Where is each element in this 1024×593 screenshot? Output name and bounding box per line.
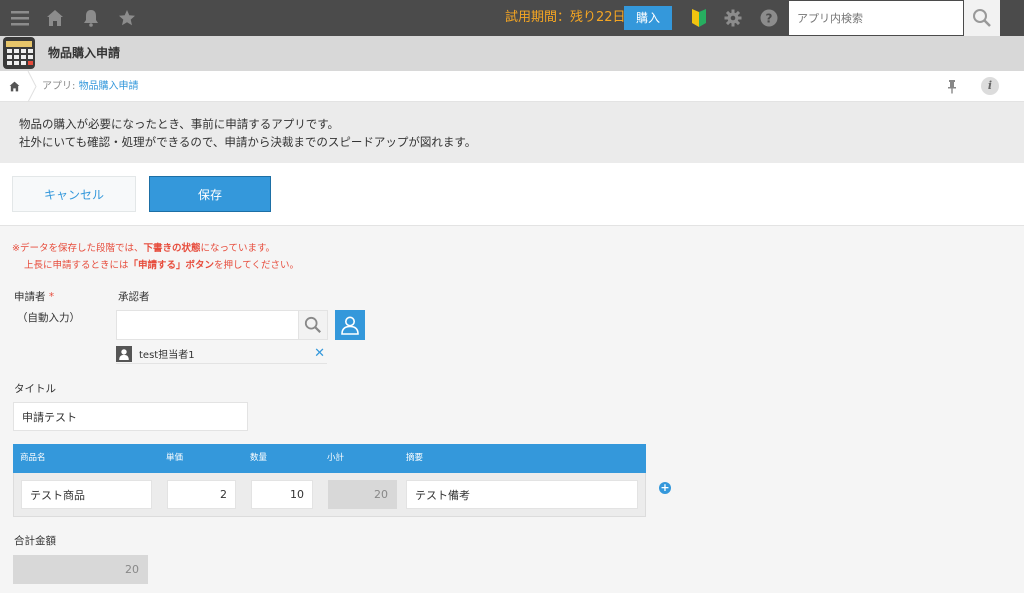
close-icon[interactable]: ✕	[314, 345, 325, 363]
approver-search-input[interactable]	[116, 310, 299, 340]
app-description: 物品の購入が必要になったとき、事前に申請するアプリです。 社外にいても確認・処理…	[0, 102, 1024, 163]
notice-text: になっています。	[200, 243, 276, 254]
add-row-icon[interactable]: +	[659, 482, 671, 494]
search-button[interactable]	[964, 0, 1000, 36]
notice-emphasis: 下書きの状態	[143, 243, 201, 254]
breadcrumb-home-icon[interactable]	[0, 71, 28, 102]
calculator-app-icon	[3, 37, 35, 69]
approver-label: 承認者	[118, 291, 150, 303]
top-bar: 試用期間：残り22日 購入 ?	[0, 0, 1024, 36]
app-header: 物品購入申請	[0, 36, 1024, 71]
notice-emphasis: 「申請する」ボタン	[128, 260, 215, 271]
svg-text:?: ?	[766, 12, 773, 26]
required-mark: *	[48, 291, 55, 303]
column-header: 摘要	[406, 453, 424, 463]
search-icon	[973, 9, 991, 27]
app-title: 物品購入申請	[48, 46, 121, 60]
notice-text: を押してください。	[214, 260, 299, 271]
user-avatar-icon	[116, 345, 132, 362]
action-bar: キャンセル 保存	[0, 163, 1024, 226]
help-icon[interactable]: ?	[758, 0, 780, 36]
breadcrumb-prefix: アプリ:	[42, 81, 76, 92]
search-icon	[304, 316, 321, 333]
save-button[interactable]: 保存	[149, 176, 271, 212]
breadcrumb-app-link[interactable]: 物品購入申請	[79, 81, 139, 92]
table-row: テスト商品 2 10 20 テスト備考	[13, 473, 646, 517]
description-line-1: 物品の購入が必要になったとき、事前に申請するアプリです。	[19, 117, 340, 131]
pin-icon[interactable]	[944, 77, 960, 97]
title-label: タイトル	[14, 383, 56, 395]
notice-text: ※データを保存した段階では、	[12, 243, 144, 254]
menu-icon[interactable]	[6, 0, 34, 36]
total-value: 20	[13, 555, 148, 584]
user-icon	[341, 316, 359, 335]
subtotal-value: 20	[328, 480, 397, 509]
home-icon[interactable]	[44, 0, 66, 36]
description-line-2: 社外にいても確認・処理ができるので、申請から決裁までのスピードアップが図れます。	[19, 135, 477, 149]
notice-text: 上長に申請するときには	[24, 260, 129, 271]
column-header: 数量	[250, 453, 268, 463]
breadcrumb: アプリ: 物品購入申請 i	[0, 71, 1024, 102]
applicant-label: 申請者 *	[14, 291, 55, 303]
breadcrumb-separator	[27, 71, 37, 102]
user-select-button[interactable]	[335, 310, 365, 340]
column-header: 単価	[166, 453, 184, 463]
total-label: 合計金額	[14, 535, 56, 547]
selected-approver: test担当者1 ✕	[116, 344, 327, 364]
breadcrumb-path: アプリ: 物品購入申請	[42, 71, 139, 102]
gear-icon[interactable]	[722, 0, 744, 36]
cancel-button[interactable]: キャンセル	[12, 176, 136, 212]
applicant-auto-note: （自動入力）	[17, 312, 80, 324]
star-icon[interactable]	[116, 0, 138, 36]
trial-period-text: 試用期間：残り22日	[505, 10, 626, 25]
note-input[interactable]: テスト備考	[406, 480, 638, 509]
column-header: 小計	[327, 453, 345, 463]
approver-name: test担当者1	[139, 350, 195, 361]
buy-button[interactable]: 購入	[624, 6, 672, 30]
draft-notice: ※データを保存した段階では、下書きの状態になっています。 上長に申請するときには…	[12, 240, 299, 274]
unit-price-input[interactable]: 2	[167, 480, 236, 509]
quantity-input[interactable]: 10	[251, 480, 313, 509]
product-name-input[interactable]: テスト商品	[21, 480, 152, 509]
info-icon[interactable]: i	[981, 77, 999, 95]
beginner-mark-icon[interactable]	[688, 0, 710, 36]
column-header: 商品名	[20, 453, 46, 463]
app-search-input[interactable]	[788, 0, 964, 36]
approver-search-button[interactable]	[298, 310, 328, 340]
bell-icon[interactable]	[80, 0, 102, 36]
product-table-header: 商品名 単価 数量 小計 摘要	[13, 444, 646, 473]
title-input[interactable]: 申請テスト	[13, 402, 248, 431]
record-form: ※データを保存した段階では、下書きの状態になっています。 上長に申請するときには…	[0, 226, 1024, 593]
